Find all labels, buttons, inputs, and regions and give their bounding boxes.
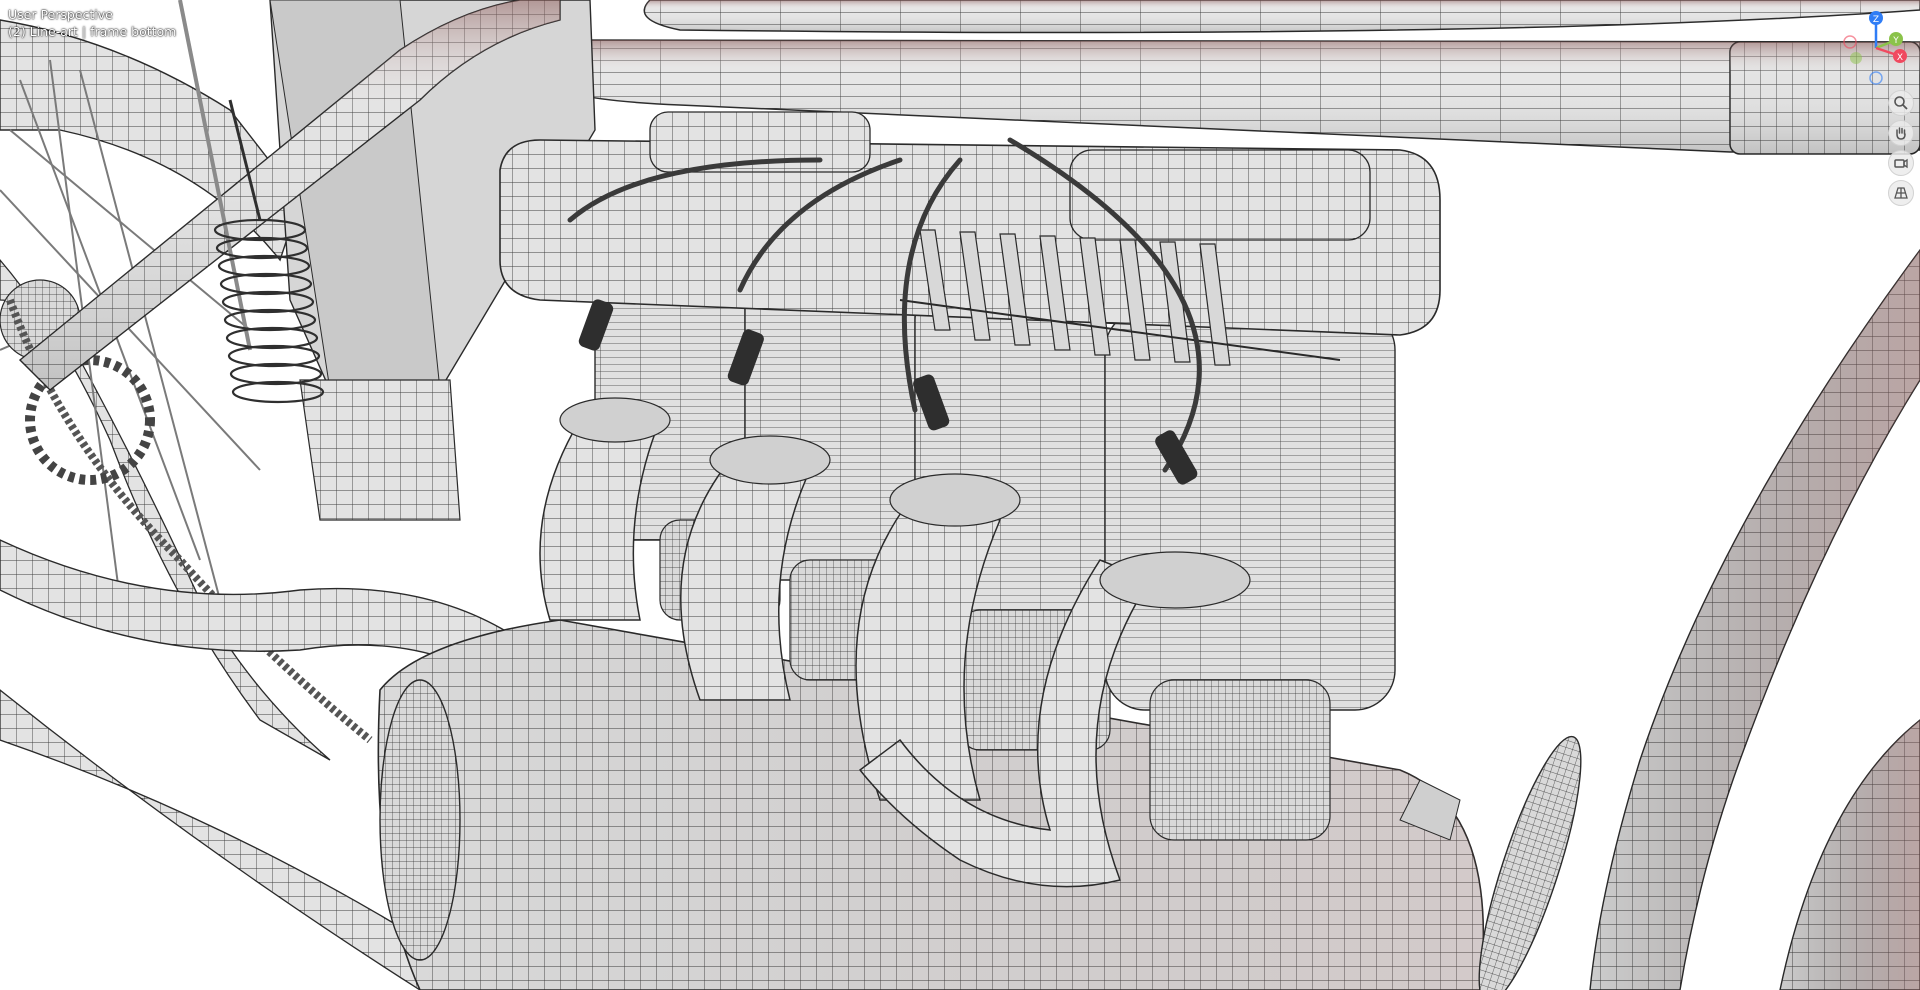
hand-pan-icon[interactable] bbox=[1888, 120, 1914, 146]
axis-z-label: Z bbox=[1873, 15, 1879, 25]
axis-y-label: Y bbox=[1892, 36, 1899, 46]
axis-x-label: X bbox=[1897, 53, 1903, 63]
axis-neg-y-handle bbox=[1850, 52, 1862, 64]
axis-neg-z-handle bbox=[1869, 71, 1883, 85]
camera-icon[interactable] bbox=[1888, 150, 1914, 176]
navigation-gizmo[interactable]: Z Y X bbox=[1838, 8, 1918, 88]
3d-viewport[interactable]: User Perspective (2) Line-art | frame bo… bbox=[0, 0, 1920, 990]
zoom-icon[interactable] bbox=[1888, 90, 1914, 116]
scene-canvas[interactable] bbox=[0, 0, 1920, 990]
axis-neg-x-handle bbox=[1843, 35, 1857, 49]
perspective-grid-icon[interactable] bbox=[1888, 180, 1914, 206]
